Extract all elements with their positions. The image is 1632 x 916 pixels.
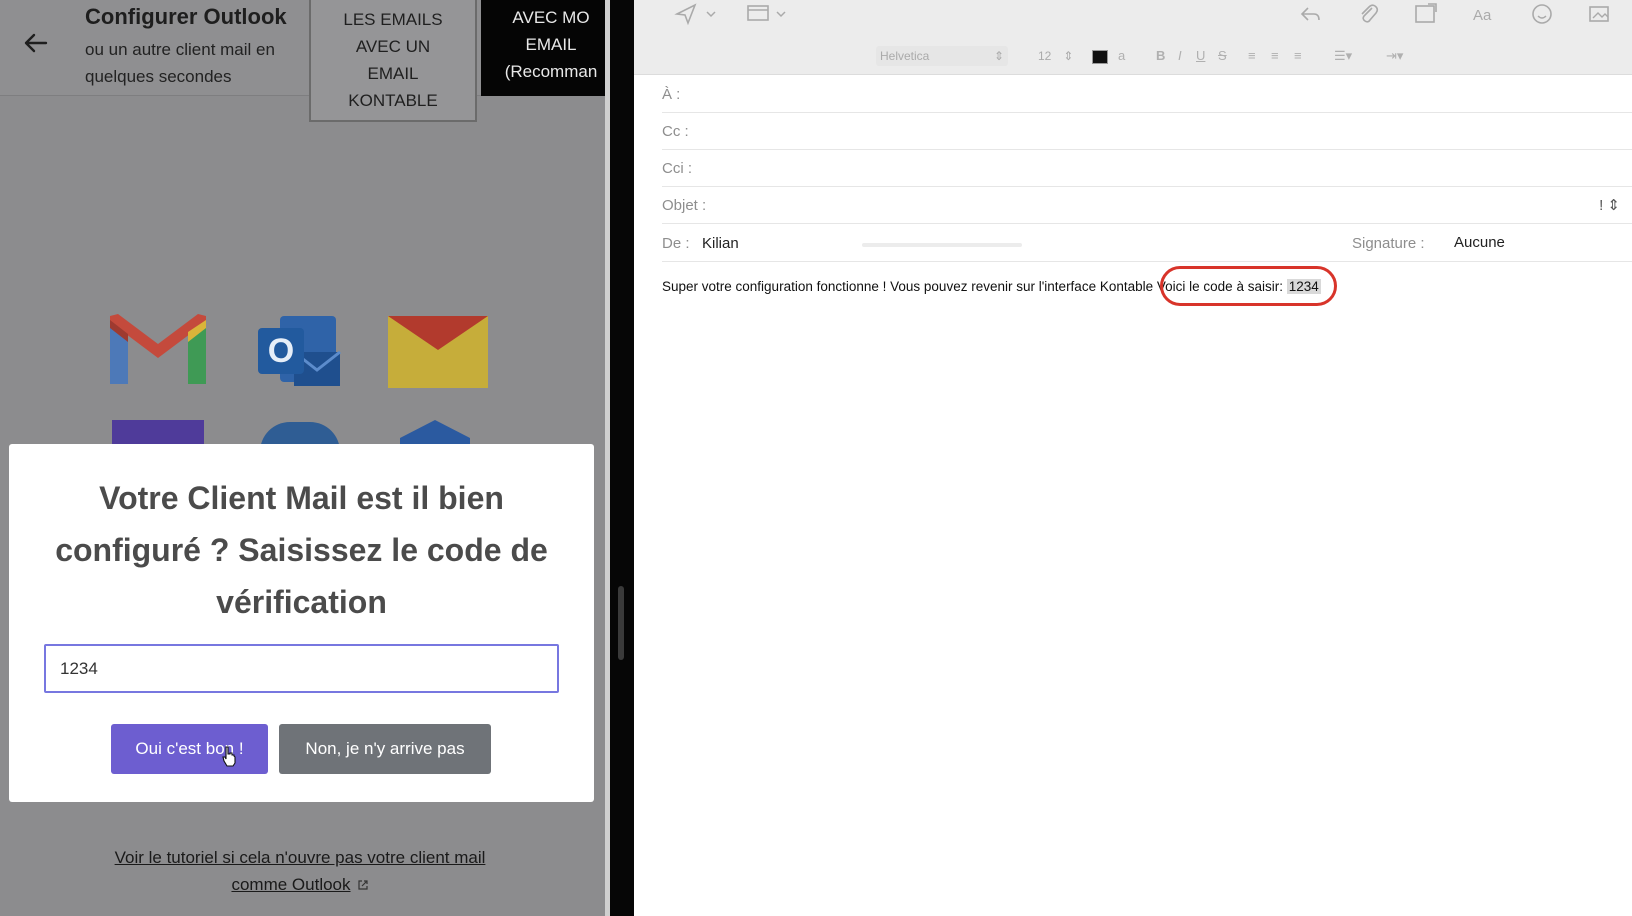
to-label: À :	[662, 86, 681, 103]
font-size-select[interactable]: 12 ⇕	[1038, 46, 1073, 66]
select-arrows-icon: ⇕	[993, 49, 1004, 63]
page-subtitle: ou un autre client mail en quelques seco…	[85, 40, 275, 86]
outlook-logo-icon[interactable]: O	[256, 312, 342, 390]
send-icon[interactable]	[674, 2, 698, 26]
gmail-logo-icon[interactable]	[106, 312, 210, 388]
signature-select[interactable]: Aucune ⇕	[1450, 229, 1632, 257]
to-field[interactable]: À :	[662, 76, 1632, 113]
cc-field[interactable]: Cc :	[662, 113, 1632, 150]
underline-icon[interactable]: U	[1196, 46, 1205, 66]
tab-label-line: LES EMAILS	[343, 10, 443, 29]
from-label: De :	[662, 235, 690, 252]
signature-value: Aucune	[1454, 234, 1505, 251]
indent-icon[interactable]: ⇥▾	[1386, 46, 1403, 66]
font-family-value: Helvetica	[880, 49, 930, 63]
photo-browser-icon[interactable]	[1588, 2, 1612, 26]
tab-label-line: (Recomman	[504, 62, 598, 81]
reply-icon[interactable]	[1298, 2, 1322, 26]
from-address-blurred	[862, 243, 1022, 247]
align-left-icon[interactable]: ≡	[1248, 46, 1256, 66]
tab-label-line: KONTABLE	[348, 91, 438, 110]
tab-label-line: EMAIL	[367, 64, 419, 83]
list-icon[interactable]: ☰▾	[1334, 46, 1352, 66]
tab-label-line: AVEC MO	[512, 8, 590, 27]
tab-own-email[interactable]: AVEC MO EMAIL (Recomman	[481, 0, 610, 96]
font-size-value: 12	[1038, 49, 1052, 63]
compose-toolbar: Aa Helvetica ⇕ 12 ⇕ a B I U S ≡ ≡ ≡ ☰▾ ⇥▾	[634, 0, 1632, 75]
cannot-configure-button[interactable]: Non, je n'y arrive pas	[279, 724, 491, 774]
hand-cursor-icon	[222, 746, 236, 767]
message-body[interactable]: Super votre configuration fonctionne ! V…	[662, 279, 1321, 294]
priority-value: !	[1599, 197, 1604, 214]
signature-label: Signature :	[1352, 235, 1425, 252]
body-code-sentence: Voici le code à saisir:	[1156, 279, 1287, 294]
tab-emails-kontable[interactable]: LES EMAILS AVEC UN EMAIL KONTABLE	[309, 0, 477, 122]
verification-modal: Votre Client Mail est il bien configuré …	[9, 444, 594, 802]
from-value[interactable]: Kilian	[702, 225, 739, 262]
kontable-header: Configurer Outlook ou un autre client ma…	[0, 0, 610, 122]
tab-label-line: EMAIL	[525, 35, 577, 54]
strikethrough-icon[interactable]: S	[1218, 46, 1227, 66]
tutorial-link-text: Voir le tutoriel si cela n'ouvre pas vot…	[114, 848, 486, 894]
mail-compose-window: Aa Helvetica ⇕ 12 ⇕ a B I U S ≡ ≡ ≡ ☰▾ ⇥▾ …	[634, 0, 1632, 916]
from-field[interactable]: De : Kilian Signature : Aucune ⇕	[662, 225, 1632, 262]
tab-label-line: AVEC UN	[355, 37, 431, 56]
font-family-select[interactable]: Helvetica ⇕	[876, 46, 1008, 66]
svg-text:O: O	[268, 332, 294, 370]
divider-handle[interactable]	[618, 586, 624, 660]
attachment-icon[interactable]	[1356, 2, 1380, 26]
font-format-icon[interactable]: Aa	[1472, 2, 1496, 26]
tutorial-link[interactable]: Voir le tutoriel si cela n'ouvre pas vot…	[100, 844, 500, 898]
emoji-icon[interactable]	[1530, 2, 1554, 26]
split-view-divider[interactable]	[610, 0, 634, 916]
priority-select[interactable]: ! ⇕	[1599, 187, 1620, 224]
bold-icon[interactable]: B	[1156, 46, 1165, 66]
mail-client-logos: O	[0, 300, 610, 452]
subject-field[interactable]: Objet : ! ⇕	[662, 187, 1632, 224]
external-link-icon	[357, 880, 368, 890]
select-arrows-icon: ⇕	[1063, 49, 1074, 63]
svg-text:Aa: Aa	[1473, 7, 1492, 24]
bcc-field[interactable]: Cci :	[662, 150, 1632, 187]
format-window-icon[interactable]	[1414, 2, 1438, 26]
header-fields-icon[interactable]	[746, 2, 770, 26]
italic-icon[interactable]: I	[1178, 46, 1182, 66]
select-arrows-icon: ⇕	[1607, 197, 1620, 214]
mail-envelope-logo-icon[interactable]	[386, 314, 490, 390]
text-color-swatch[interactable]	[1092, 50, 1108, 64]
back-arrow-icon[interactable]	[20, 28, 50, 58]
align-right-icon[interactable]: ≡	[1294, 46, 1302, 66]
chevron-down-icon[interactable]	[704, 2, 718, 26]
subject-label: Objet :	[662, 197, 707, 214]
chevron-down-icon[interactable]	[774, 2, 788, 26]
background-color-icon[interactable]: a	[1118, 46, 1125, 66]
verification-code-input[interactable]	[44, 644, 559, 693]
page-title: Configurer Outlook	[85, 4, 287, 29]
confirm-button[interactable]: Oui c'est bon !	[111, 724, 268, 774]
align-center-icon[interactable]: ≡	[1271, 46, 1279, 66]
verification-code-text: 1234	[1286, 279, 1321, 294]
body-text-main: Super votre configuration fonctionne ! V…	[662, 279, 1154, 294]
bcc-label: Cci :	[662, 160, 692, 177]
verification-question: Votre Client Mail est il bien configuré …	[55, 480, 548, 620]
cc-label: Cc :	[662, 123, 689, 140]
kontable-panel: Configurer Outlook ou un autre client ma…	[0, 0, 610, 916]
